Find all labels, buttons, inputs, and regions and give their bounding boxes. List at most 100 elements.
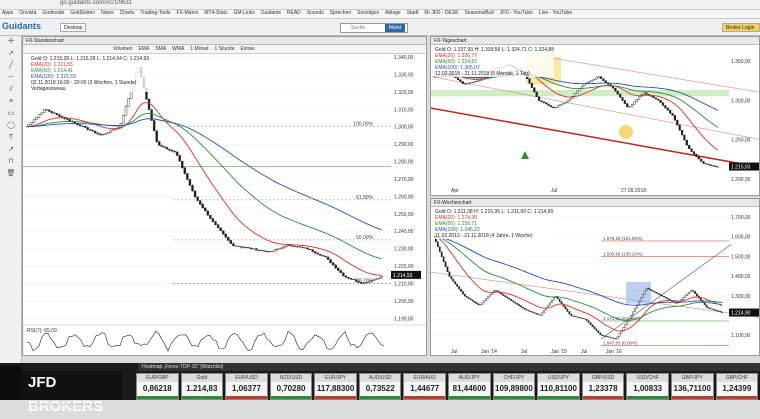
bookmark-item[interactable]: SeasonalBull	[465, 10, 494, 16]
ticker-symbol: EUR/GBP	[137, 374, 178, 382]
bookmark-item[interactable]: FX-Makro	[176, 10, 198, 16]
broker-login-button[interactable]: Broker Login	[722, 23, 760, 32]
weekly-candle	[694, 291, 696, 294]
hourly-candle	[224, 233, 227, 238]
crosshair-icon[interactable]: ✛	[0, 36, 22, 48]
bookmark-item[interactable]: MT4-Stats	[204, 10, 227, 16]
ticker-change-bar	[226, 396, 267, 399]
hourly-candle	[298, 246, 302, 248]
bookmark-item[interactable]: GM-Links	[233, 10, 254, 16]
ticker-tile[interactable]: AUD/USD 0,73522	[358, 373, 402, 400]
price-tick: 1.250,00	[394, 212, 414, 218]
text-icon[interactable]: T	[0, 132, 22, 144]
guidants-logo[interactable]: Guidants	[2, 21, 41, 31]
pointer-icon[interactable]: ➚	[0, 48, 22, 60]
weekly-candle	[436, 241, 439, 247]
ellipse-icon[interactable]: ◯	[0, 120, 22, 132]
hourly-candle	[314, 251, 317, 254]
bookmark-item[interactable]: News	[101, 10, 114, 16]
ticker-value: 1.214,83	[186, 384, 218, 393]
bookmark-item[interactable]: Ablage	[385, 10, 401, 16]
bookmark-item[interactable]: Apps	[2, 10, 13, 16]
hourly-candle	[239, 246, 243, 248]
hourly-candle	[83, 126, 87, 128]
weekly-candle	[518, 304, 520, 306]
magnet-icon[interactable]: ⊓	[0, 156, 22, 168]
horizontal-line-icon[interactable]: ─	[0, 72, 22, 84]
ticker-tile[interactable]: EUR/GBP 0,86218	[136, 373, 179, 400]
hourly-candle	[66, 118, 69, 120]
daily-candle	[542, 101, 545, 103]
rectangle-icon[interactable]: ▭	[0, 108, 22, 120]
bookmark-item[interactable]: 6h JFD - DESK	[424, 10, 458, 16]
ticker-tile[interactable]: GBP/CHF 1,24399	[715, 373, 759, 400]
daily-candle	[709, 164, 712, 166]
line-icon[interactable]: ╱	[0, 60, 22, 72]
hourly-candle	[227, 237, 230, 241]
ticker-tile[interactable]: AUD/JPY 81,44600	[448, 373, 491, 400]
hourly-candle	[196, 196, 199, 201]
bookmark-item[interactable]: Guidants	[261, 10, 281, 16]
taskbar	[0, 366, 22, 400]
bookmark-item[interactable]: JFD - YouTube	[500, 10, 533, 16]
jfd-logo[interactable]: JFD BROKERS INVEST WITH TRADE AND EDUCATE	[22, 371, 122, 415]
hourly-candle	[370, 280, 373, 282]
bookmark-item[interactable]: GoldSeiten	[70, 10, 95, 16]
bookmark-item[interactable]: Sonstiges	[357, 10, 379, 16]
weekly-candle	[440, 251, 443, 257]
bookmark-item[interactable]: Sprechen	[330, 10, 351, 16]
weekly-candle	[485, 298, 488, 301]
hourly-candle	[89, 129, 92, 131]
trash-icon[interactable]: 🗑	[0, 168, 22, 180]
daily-candle	[623, 100, 626, 104]
daily-candle	[554, 106, 557, 109]
bookmark-item[interactable]: Stadt	[407, 10, 419, 16]
ticker-tile[interactable]: NZD/USD 0,70280	[269, 373, 313, 400]
weekly-candle	[711, 308, 714, 310]
desktop-button[interactable]: Desktop	[60, 23, 87, 32]
hourly-candle	[78, 124, 82, 127]
daily-candle	[638, 96, 641, 100]
ticker-tile[interactable]: Gold 1.214,83	[180, 373, 224, 400]
fibonacci-icon[interactable]: ≡	[0, 96, 22, 108]
weekly-candle	[684, 295, 687, 298]
weekly-candle	[489, 294, 491, 297]
ticker-change-bar	[270, 396, 312, 399]
weekly-candle	[491, 292, 493, 295]
bookmark-item[interactable]: READ	[287, 10, 301, 16]
ticker-tile[interactable]: USD/JPY 110,81100	[537, 373, 580, 400]
weekly-candle	[686, 293, 689, 296]
channel-icon[interactable]: ⫽	[0, 84, 22, 96]
arrow-icon[interactable]: ↗	[0, 144, 22, 156]
ticker-tile[interactable]: CHF/JPY 109,89800	[492, 373, 536, 400]
ticker-tile[interactable]: EUR/USD 1,06377	[225, 373, 268, 400]
weekly-candle	[634, 307, 636, 312]
daily-candle	[473, 81, 476, 83]
ticker-tile[interactable]: EUR/JPY 117,88300	[314, 373, 357, 400]
ticker-tile[interactable]: GBP/USD 1,23378	[581, 373, 625, 400]
weekly-candle	[657, 292, 660, 295]
bookmark-item[interactable]: Onvista	[19, 10, 36, 16]
market-button[interactable]: Markt	[385, 24, 405, 32]
ticker-tile[interactable]: USD/CHF 1,00833	[626, 373, 669, 400]
ticker-tile[interactable]: EUR/AUD 1,44677	[403, 373, 447, 400]
hourly-candle	[291, 245, 294, 247]
hourly-candle	[316, 252, 319, 255]
weekly-candle	[653, 290, 656, 293]
legend-line: Vortagesniveau	[31, 86, 66, 92]
highlight-zone	[626, 281, 651, 304]
bookmark-item[interactable]: Sounds	[307, 10, 324, 16]
hourly-candle	[234, 245, 238, 247]
hourly-candle	[60, 116, 64, 118]
hourly-candle	[170, 150, 174, 152]
address-bar[interactable]: go.guidants.com/#c/1/9631	[0, 0, 760, 10]
ticker-tile[interactable]: GBP/JPY 136,71100	[670, 373, 714, 400]
daily-candle	[628, 106, 631, 108]
bookmark-item[interactable]: Live - YouTube	[539, 10, 572, 16]
bookmark-item[interactable]: Godmode	[42, 10, 64, 16]
daily-candle	[545, 102, 548, 105]
bookmark-item[interactable]: Trading-Tools	[140, 10, 170, 16]
bookmark-item[interactable]: Charts	[120, 10, 135, 16]
weekly-candle	[651, 289, 654, 292]
weekly-candle	[500, 293, 503, 295]
